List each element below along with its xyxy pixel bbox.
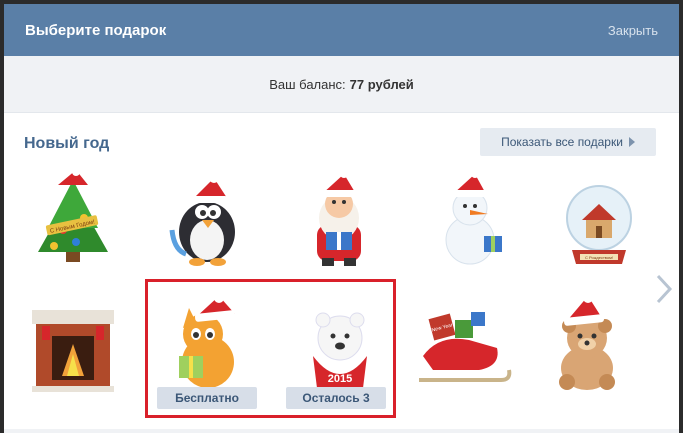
section-title: Новый год: [24, 135, 110, 152]
dialog-title: Выберите подарок: [25, 21, 167, 39]
gift-dialog: Выберите подарок Закрыть Ваш баланс: 77 …: [4, 4, 679, 433]
teddy-bear-icon: [559, 296, 615, 390]
santa-claus-icon: [317, 170, 361, 266]
close-button[interactable]: Закрыть: [608, 23, 658, 38]
gift-fireplace[interactable]: [18, 296, 128, 396]
fireplace-icon: [32, 310, 114, 392]
gift-santa-claus[interactable]: [284, 170, 394, 270]
gift-bear-2015[interactable]: 2015: [285, 296, 395, 396]
free-badge: Бесплатно: [157, 387, 257, 409]
balance-label: Ваш баланс:: [269, 76, 346, 92]
balance-amount: 77 рублей: [349, 76, 414, 92]
gift-sleigh[interactable]: New Year: [409, 296, 519, 396]
gift-snow-globe[interactable]: С Рождеством!: [544, 170, 654, 270]
bottom-divider: [4, 429, 679, 433]
chevron-right-icon: [628, 137, 635, 147]
gift-teddy-bear[interactable]: [532, 296, 642, 396]
next-arrow-button[interactable]: [654, 272, 674, 306]
polar-bear-icon: 2015: [313, 312, 367, 388]
chevron-right-icon: [656, 274, 673, 304]
christmas-tree-icon: С Новым Годом!: [38, 170, 108, 262]
dialog-header: Выберите подарок Закрыть: [4, 4, 679, 56]
sleigh-icon: New Year: [419, 312, 512, 382]
gift-snowman[interactable]: [418, 170, 528, 270]
gift-cat-santa[interactable]: [153, 296, 263, 396]
cat-icon: [179, 296, 236, 388]
show-all-gifts-label: Показать все подарки: [501, 135, 623, 149]
penguin-icon: [169, 173, 235, 266]
snow-globe-tag: С Рождеством!: [585, 255, 613, 260]
section-header: Новый год Показать все подарки: [4, 113, 679, 173]
bear-2015-text: 2015: [328, 373, 352, 385]
snowman-icon: [445, 170, 502, 265]
gift-christmas-tree[interactable]: С Новым Годом!: [18, 170, 128, 270]
balance-bar: Ваш баланс: 77 рублей: [4, 56, 679, 113]
gift-penguin[interactable]: [152, 170, 262, 270]
remaining-badge: Осталось 3: [286, 387, 386, 409]
show-all-gifts-button[interactable]: Показать все подарки: [480, 128, 656, 156]
snow-globe-icon: С Рождеством!: [566, 185, 632, 264]
